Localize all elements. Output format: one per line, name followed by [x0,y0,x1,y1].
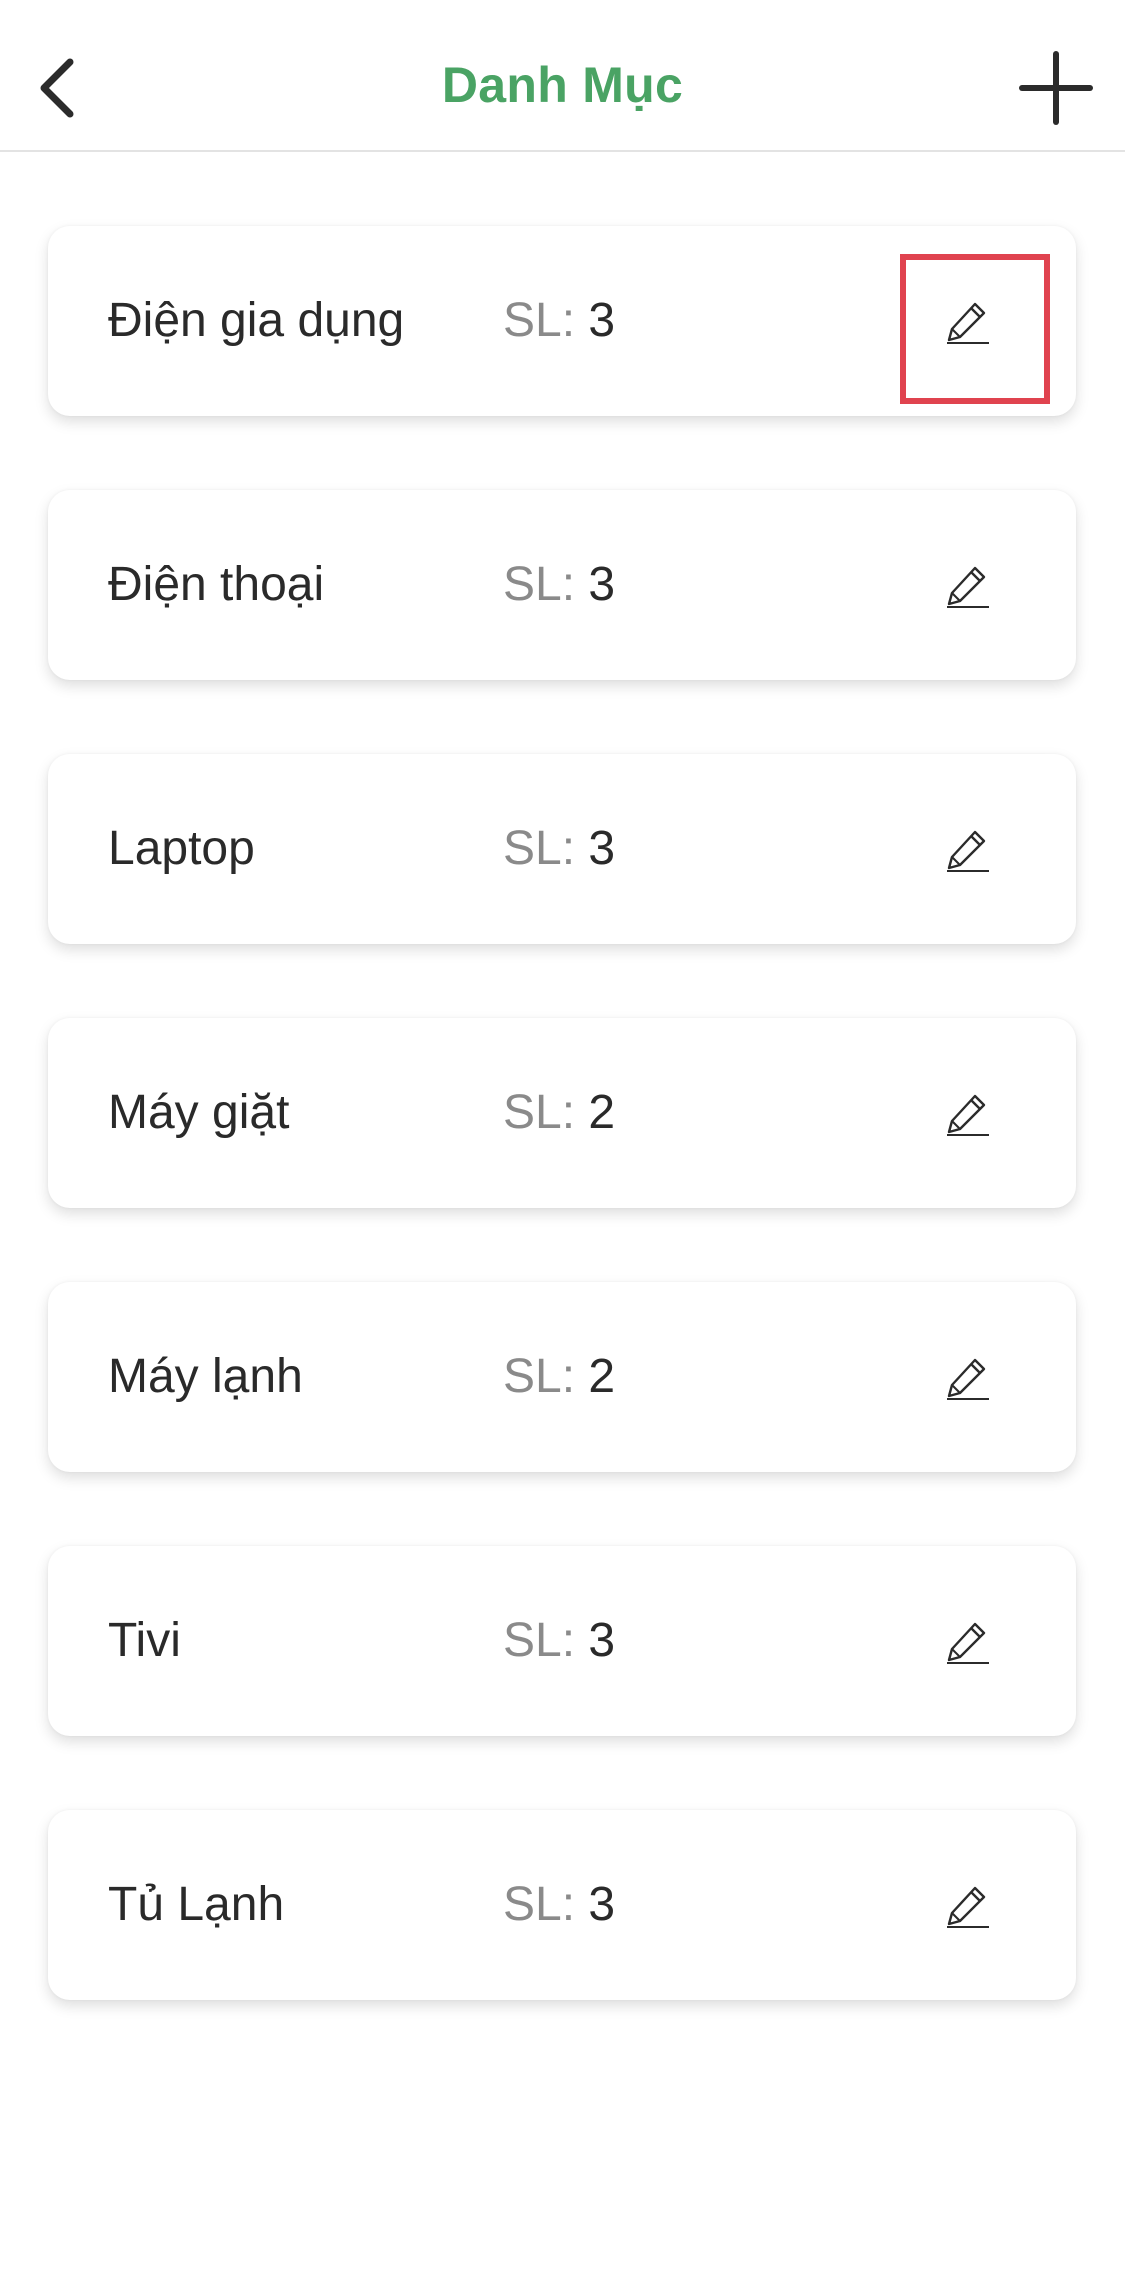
edit-category-button[interactable] [900,1310,1050,1460]
category-name: Điện thoại [108,558,325,611]
category-quantity: SL: 2 [503,1018,615,1208]
edit-category-button[interactable] [900,1838,1050,1988]
quantity-value: 2 [588,1350,616,1403]
page-title: Danh Mục [441,57,684,113]
category-name: Máy lạnh [108,1350,303,1403]
edit-category-button[interactable] [900,1046,1050,1196]
quantity-label: SL: [503,1086,589,1139]
edit-category-button[interactable] [900,518,1050,668]
category-card[interactable]: Tivi SL: 3 [48,1546,1076,1736]
quantity-value: 3 [588,294,616,347]
category-card[interactable]: Máy giặt SL: 2 [48,1018,1076,1208]
pencil-icon [947,1358,989,1400]
quantity-label: SL: [503,822,589,875]
quantity-value: 3 [588,558,616,611]
category-name: Máy giặt [108,1086,290,1139]
quantity-label: SL: [503,1350,589,1403]
pencil-icon [947,1094,989,1136]
category-name: Tivi [108,1614,181,1667]
category-card[interactable]: Điện thoại SL: 3 [48,490,1076,680]
add-category-button[interactable] [1018,50,1094,126]
category-card[interactable]: Điện gia dụng SL: 3 [48,226,1076,416]
category-name: Điện gia dụng [108,294,405,347]
quantity-label: SL: [503,558,589,611]
pencil-icon [947,302,989,344]
category-quantity: SL: 2 [503,1282,615,1472]
edit-category-button[interactable] [900,782,1050,932]
category-quantity: SL: 3 [503,226,615,416]
category-card[interactable]: Máy lạnh SL: 2 [48,1282,1076,1472]
quantity-value: 3 [588,1614,616,1667]
edit-category-button[interactable] [900,1574,1050,1724]
navigation-bar: Danh Mục [0,0,1125,152]
quantity-value: 3 [588,822,616,875]
category-name: Laptop [108,822,255,875]
category-card[interactable]: Tủ Lạnh SL: 3 [48,1810,1076,2000]
quantity-label: SL: [503,294,589,347]
category-quantity: SL: 3 [503,1546,615,1736]
category-quantity: SL: 3 [503,490,615,680]
quantity-value: 2 [588,1086,616,1139]
category-quantity: SL: 3 [503,754,615,944]
pencil-icon [947,1622,989,1664]
quantity-label: SL: [503,1614,589,1667]
category-name: Tủ Lạnh [108,1878,285,1931]
quantity-label: SL: [503,1878,589,1931]
pencil-icon [947,830,989,872]
pencil-icon [947,1886,989,1928]
category-quantity: SL: 3 [503,1810,615,2000]
plus-icon [1019,51,1093,125]
edit-category-button[interactable] [900,254,1050,404]
pencil-icon [947,566,989,608]
screen: Danh Mục Điện gia dụng SL: 3 Điện thoại SL:… [0,0,1125,2279]
category-card[interactable]: Laptop SL: 3 [48,754,1076,944]
quantity-value: 3 [588,1878,616,1931]
